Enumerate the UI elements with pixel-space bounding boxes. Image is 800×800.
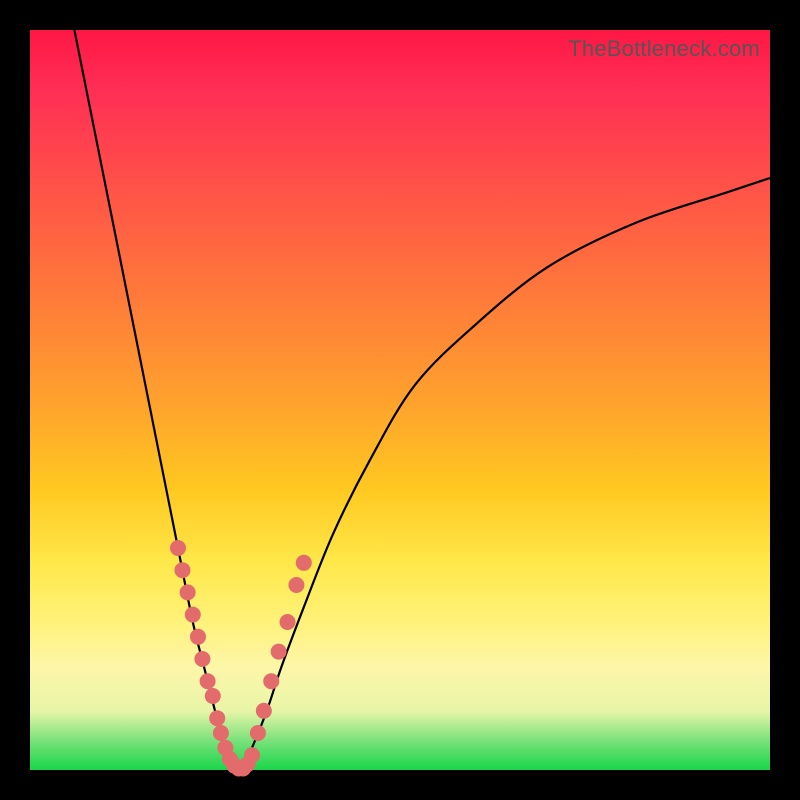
data-marker <box>174 562 190 578</box>
data-marker <box>180 584 196 600</box>
data-marker <box>271 644 287 660</box>
data-marker <box>194 651 210 667</box>
curve-right <box>237 178 770 770</box>
data-marker <box>256 703 272 719</box>
data-marker <box>200 673 216 689</box>
plot-area: TheBottleneck.com <box>30 30 770 770</box>
data-marker <box>263 673 279 689</box>
data-marker <box>296 555 312 571</box>
chart-frame: TheBottleneck.com <box>0 0 800 800</box>
data-marker <box>190 629 206 645</box>
data-marker <box>205 688 221 704</box>
data-marker <box>280 614 296 630</box>
data-marker <box>185 607 201 623</box>
bottleneck-curve <box>30 30 770 770</box>
data-marker <box>250 725 266 741</box>
marker-group <box>170 540 312 777</box>
data-marker <box>170 540 186 556</box>
curve-left <box>74 30 237 770</box>
data-marker <box>288 577 304 593</box>
data-marker <box>244 747 260 763</box>
data-marker <box>213 725 229 741</box>
data-marker <box>209 710 225 726</box>
